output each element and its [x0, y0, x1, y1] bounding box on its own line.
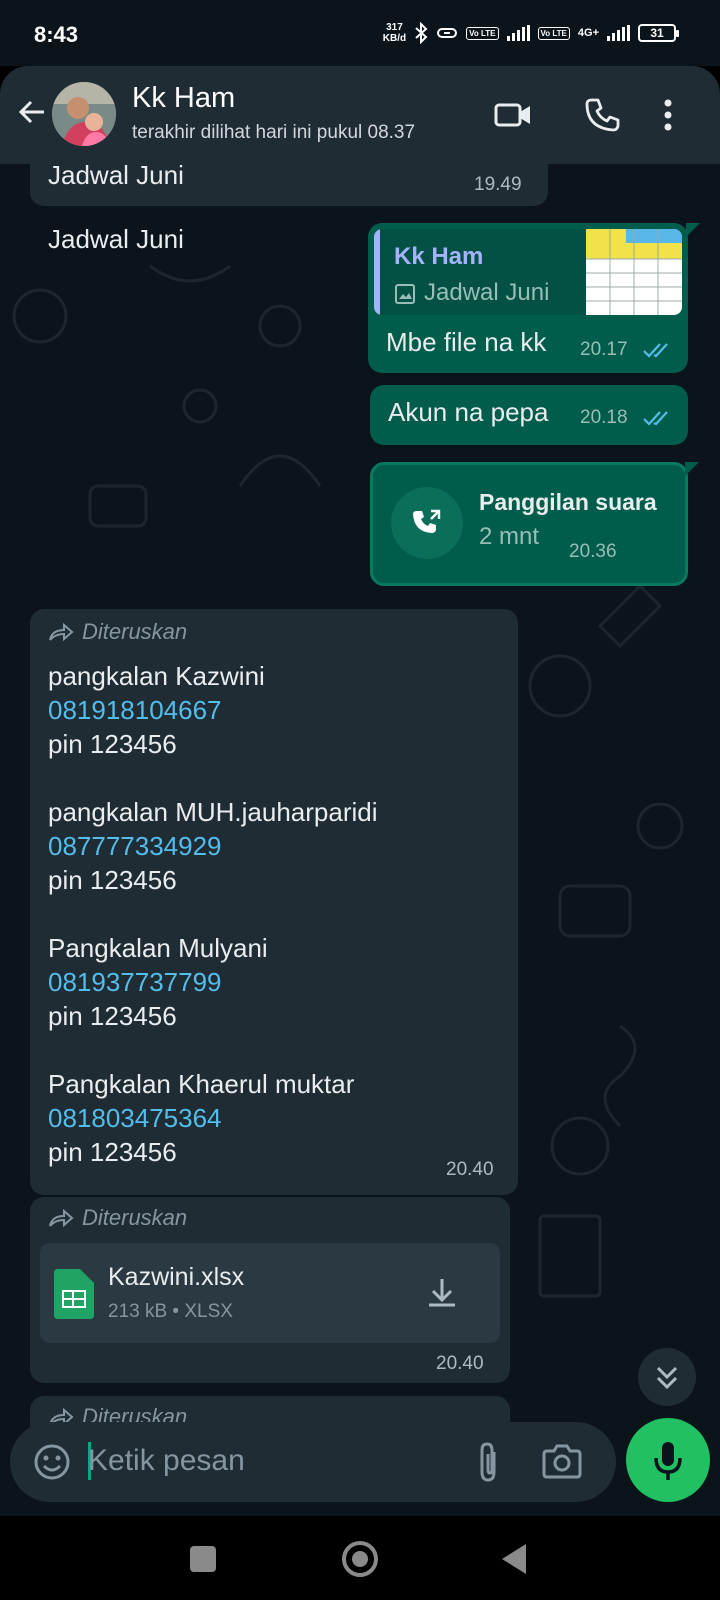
- file-name: Kazwini.xlsx: [108, 1263, 245, 1291]
- status-time: 8:43: [34, 22, 79, 47]
- reply-text: Jadwal Juni: [424, 279, 550, 306]
- contact-name-line: Pangkalan Khaerul muktar: [48, 1069, 355, 1099]
- battery-icon: 31: [638, 24, 679, 42]
- scroll-down-icon: [656, 1366, 678, 1390]
- voice-record-button[interactable]: [626, 1418, 710, 1502]
- double-tick-icon: [643, 343, 668, 358]
- phone-link[interactable]: 081918104667: [48, 693, 378, 727]
- message-text: Mbe file na kk: [386, 327, 547, 357]
- forward-icon: [49, 1208, 74, 1228]
- camera-icon[interactable]: [540, 1442, 584, 1482]
- message-time: 20.36: [569, 541, 617, 562]
- message-time: 20.17: [580, 339, 628, 360]
- call-icon-circle: [391, 487, 463, 559]
- contact-name-line: pangkalan MUH.jauharparidi: [48, 797, 378, 827]
- network-type: 4G+: [577, 27, 599, 39]
- voice-call-icon[interactable]: [584, 96, 622, 134]
- pin-line: pin 123456: [48, 729, 177, 759]
- message-text-jadwal: Jadwal Juni: [48, 160, 184, 190]
- system-navigation-bar: [0, 1516, 720, 1600]
- mic-icon: [654, 1442, 682, 1480]
- chat-screen: Kk Ham terakhir dilihat hari ini pukul 0…: [0, 66, 720, 1516]
- phone-link[interactable]: 081803475364: [48, 1101, 378, 1135]
- message-outgoing-reply[interactable]: Kk Ham Jadwal Juni Mbe file na kk 20.17: [368, 223, 700, 373]
- volte-badge-2: Vo LTE: [537, 26, 570, 40]
- message-time: 20.40: [446, 1159, 494, 1180]
- contact-name[interactable]: Kk Ham: [132, 82, 235, 115]
- reply-author: Kk Ham: [394, 243, 484, 270]
- more-options-icon[interactable]: [660, 96, 676, 134]
- message-input[interactable]: Ketik pesan: [88, 1444, 245, 1478]
- bluetooth-icon: [415, 22, 428, 44]
- message-time: 20.18: [580, 407, 628, 428]
- avatar[interactable]: [52, 82, 116, 146]
- emoji-icon[interactable]: [32, 1442, 72, 1482]
- nav-home-icon[interactable]: [340, 1539, 380, 1579]
- file-attachment[interactable]: Kazwini.xlsx 213 kB • XLSX: [40, 1243, 500, 1343]
- forwarded-content: pangkalan Kazwini 081918104667 pin 12345…: [48, 659, 378, 1169]
- message-forwarded-file[interactable]: Diteruskan Kazwini.xlsx 213 kB • XLSX 20…: [30, 1197, 510, 1383]
- contact-last-seen[interactable]: terakhir dilihat hari ini pukul 08.37: [132, 122, 477, 144]
- download-icon[interactable]: [424, 1275, 460, 1311]
- message-text: Jadwal Juni: [48, 224, 184, 254]
- call-title: Panggilan suara: [479, 489, 657, 515]
- forwarded-label: Diteruskan: [48, 1205, 187, 1231]
- signal-icon-2: [607, 25, 630, 41]
- contact-name-line: Pangkalan Mulyani: [48, 933, 268, 963]
- message-time: 19.49: [474, 174, 522, 195]
- message-text: Akun na pepa: [388, 397, 549, 427]
- message-time: 20.40: [436, 1353, 484, 1374]
- reply-quote[interactable]: Kk Ham Jadwal Juni: [374, 229, 682, 315]
- pin-line: pin 123456: [48, 1001, 177, 1031]
- attach-icon[interactable]: [472, 1440, 506, 1484]
- pin-line: pin 123456: [48, 865, 177, 895]
- call-log-bubble[interactable]: Panggilan suara 2 mnt 20.36: [370, 462, 699, 586]
- reply-thumbnail: [586, 229, 682, 315]
- forwarded-label: Diteruskan: [48, 619, 187, 645]
- avatar-photo: [52, 82, 116, 146]
- phone-link[interactable]: 087777334929: [48, 829, 378, 863]
- file-meta: 213 kB • XLSX: [108, 1301, 233, 1322]
- hotspot-icon: [437, 28, 458, 38]
- nav-recents-icon[interactable]: [190, 1546, 216, 1572]
- nav-back-icon[interactable]: [500, 1542, 530, 1576]
- status-bar: 8:43 317 KB/d Vo LTE Vo LTE 4G+ 31: [0, 0, 720, 66]
- contact-name-line: pangkalan Kazwini: [48, 661, 265, 691]
- double-tick-icon: [643, 411, 668, 426]
- scroll-to-bottom-button[interactable]: [638, 1348, 696, 1406]
- signal-icon-1: [506, 25, 530, 41]
- image-icon: [395, 284, 415, 304]
- call-duration: 2 mnt: [479, 523, 540, 550]
- phone-link[interactable]: 081937737799: [48, 965, 378, 999]
- message-outgoing[interactable]: Akun na pepa 20.18: [370, 385, 688, 445]
- reply-accent-bar: [374, 229, 380, 315]
- status-icons: 317 KB/d Vo LTE Vo LTE 4G+ 31: [382, 22, 679, 44]
- forward-icon: [49, 622, 74, 642]
- chat-header: Kk Ham terakhir dilihat hari ini pukul 0…: [0, 66, 720, 164]
- message-input-bar: Ketik pesan: [10, 1422, 616, 1502]
- message-forwarded[interactable]: Diteruskan pangkalan Kazwini 08191810466…: [30, 609, 518, 1195]
- pin-line: pin 123456: [48, 1137, 177, 1167]
- video-call-icon[interactable]: [494, 96, 532, 134]
- volte-badge-1: Vo LTE: [466, 26, 499, 40]
- call-icon: [413, 509, 441, 533]
- back-arrow-icon[interactable]: [16, 96, 48, 128]
- spreadsheet-icon: [54, 1269, 94, 1319]
- network-speed: 317 KB/d: [382, 22, 407, 44]
